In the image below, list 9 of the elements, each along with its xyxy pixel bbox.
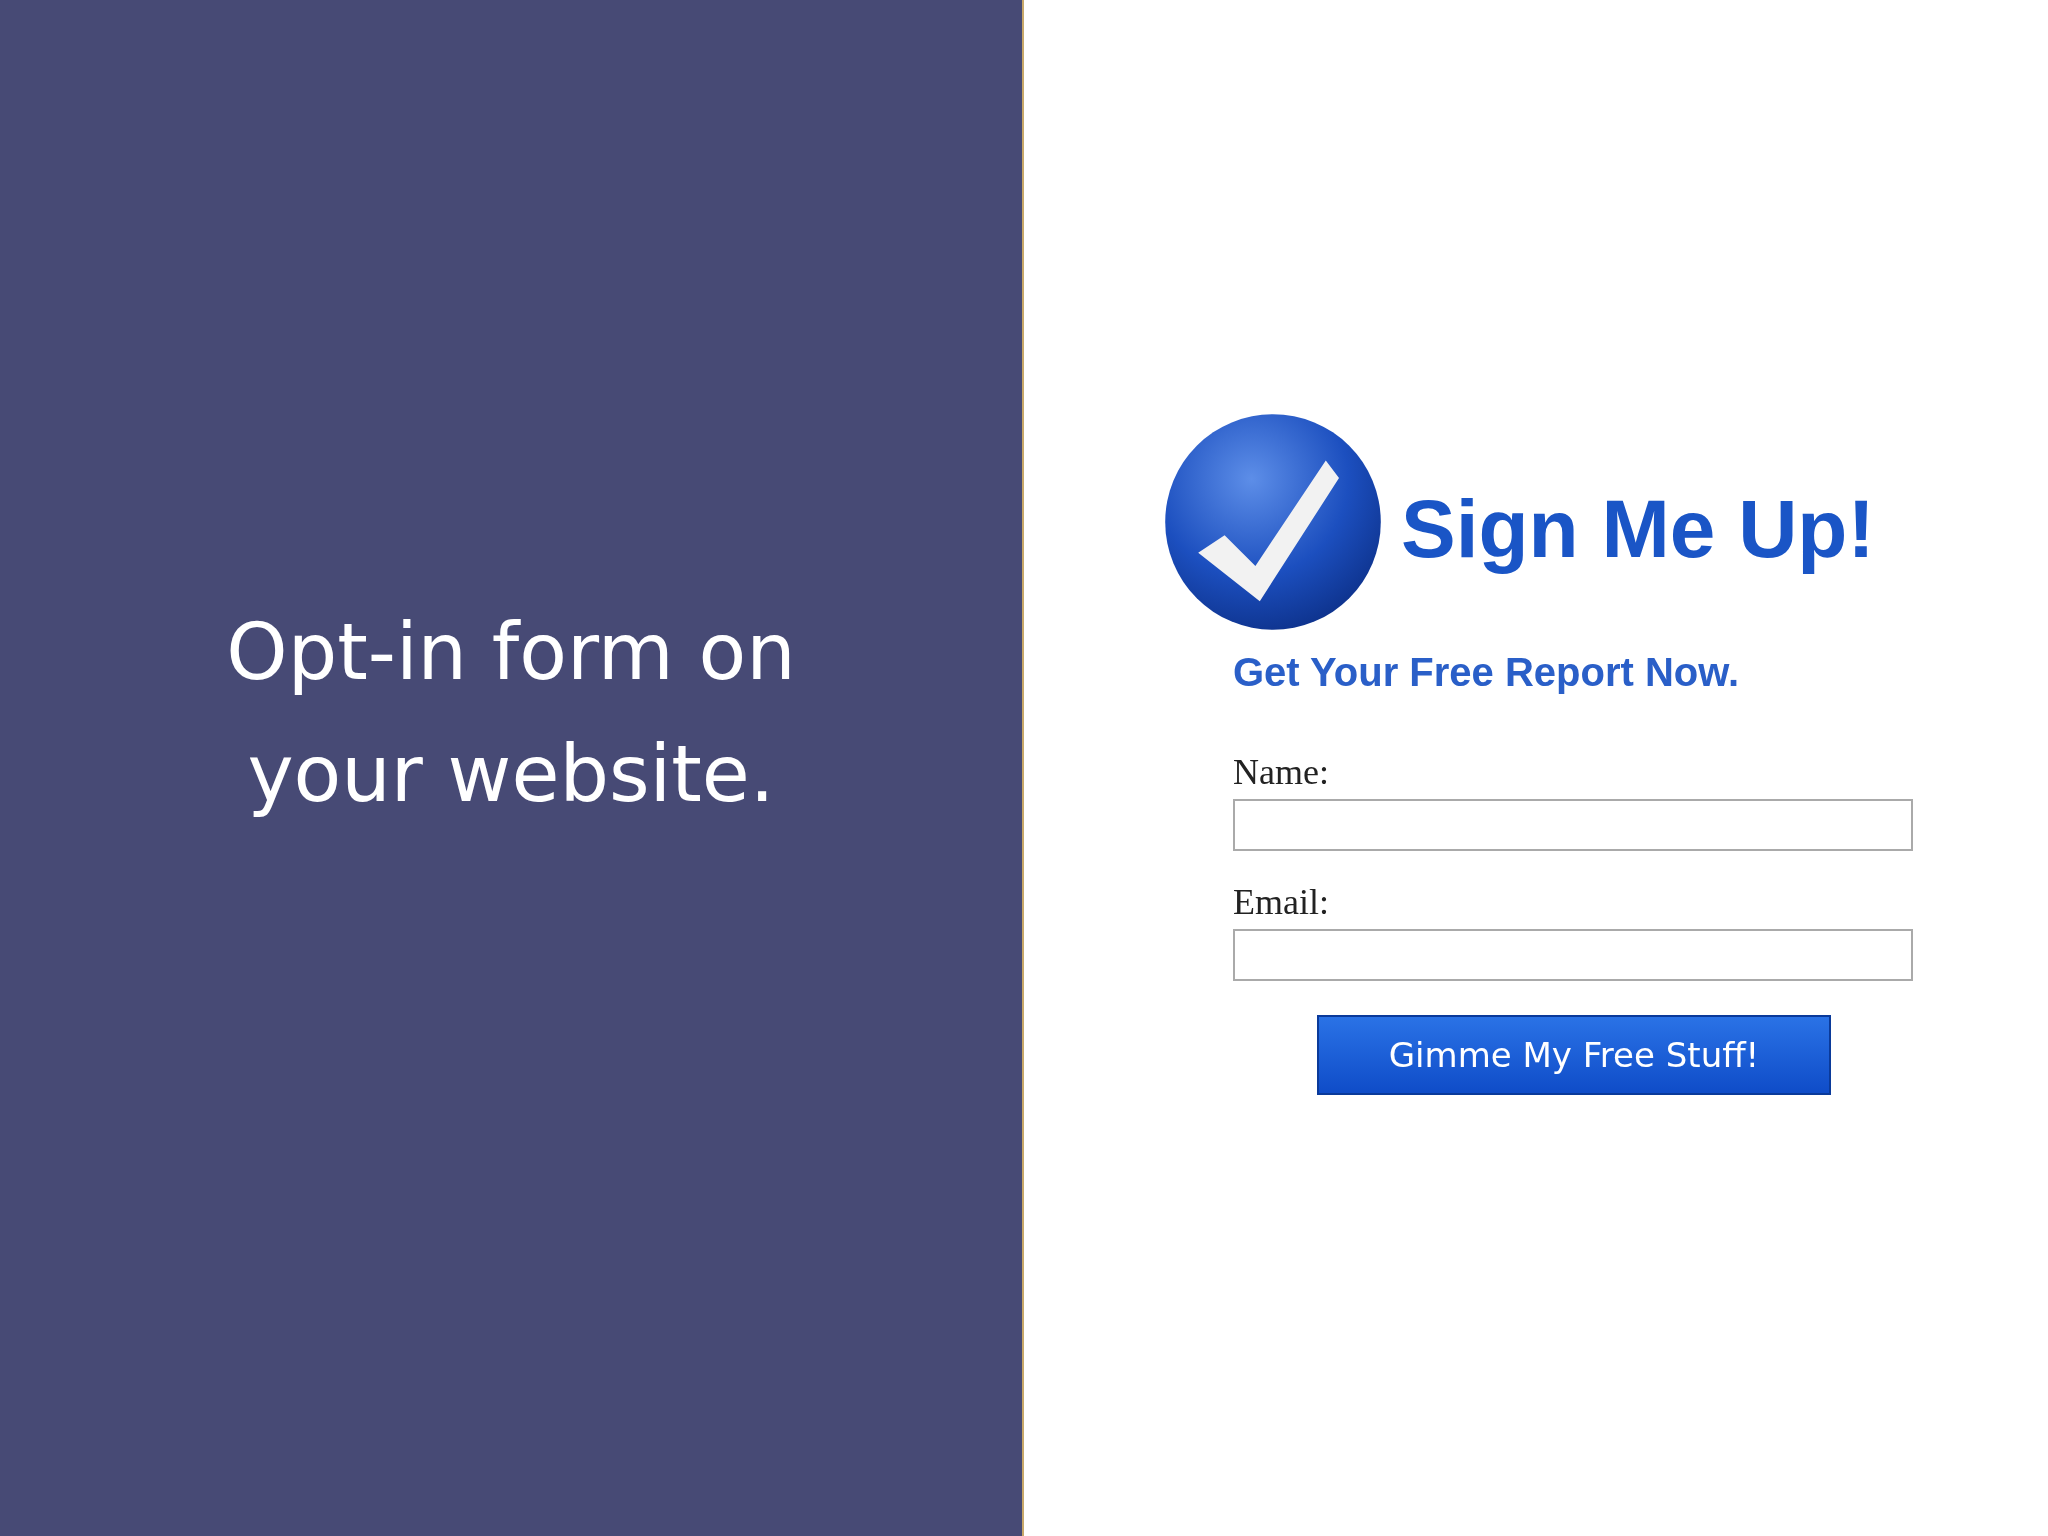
submit-button[interactable]: Gimme My Free Stuff! xyxy=(1317,1015,1831,1095)
input-field[interactable] xyxy=(1233,799,1913,851)
input-field[interactable] xyxy=(1233,929,1913,981)
form-subtitle: Get Your Free Report Now. xyxy=(1233,650,1740,695)
form-title: Sign Me Up! xyxy=(1401,482,1875,576)
field-label: Name: xyxy=(1233,751,1330,793)
checkmark-icon xyxy=(1163,412,1383,632)
field-label: Email: xyxy=(1233,881,1330,923)
slide-caption: Opt-in form on your website. xyxy=(225,606,797,821)
